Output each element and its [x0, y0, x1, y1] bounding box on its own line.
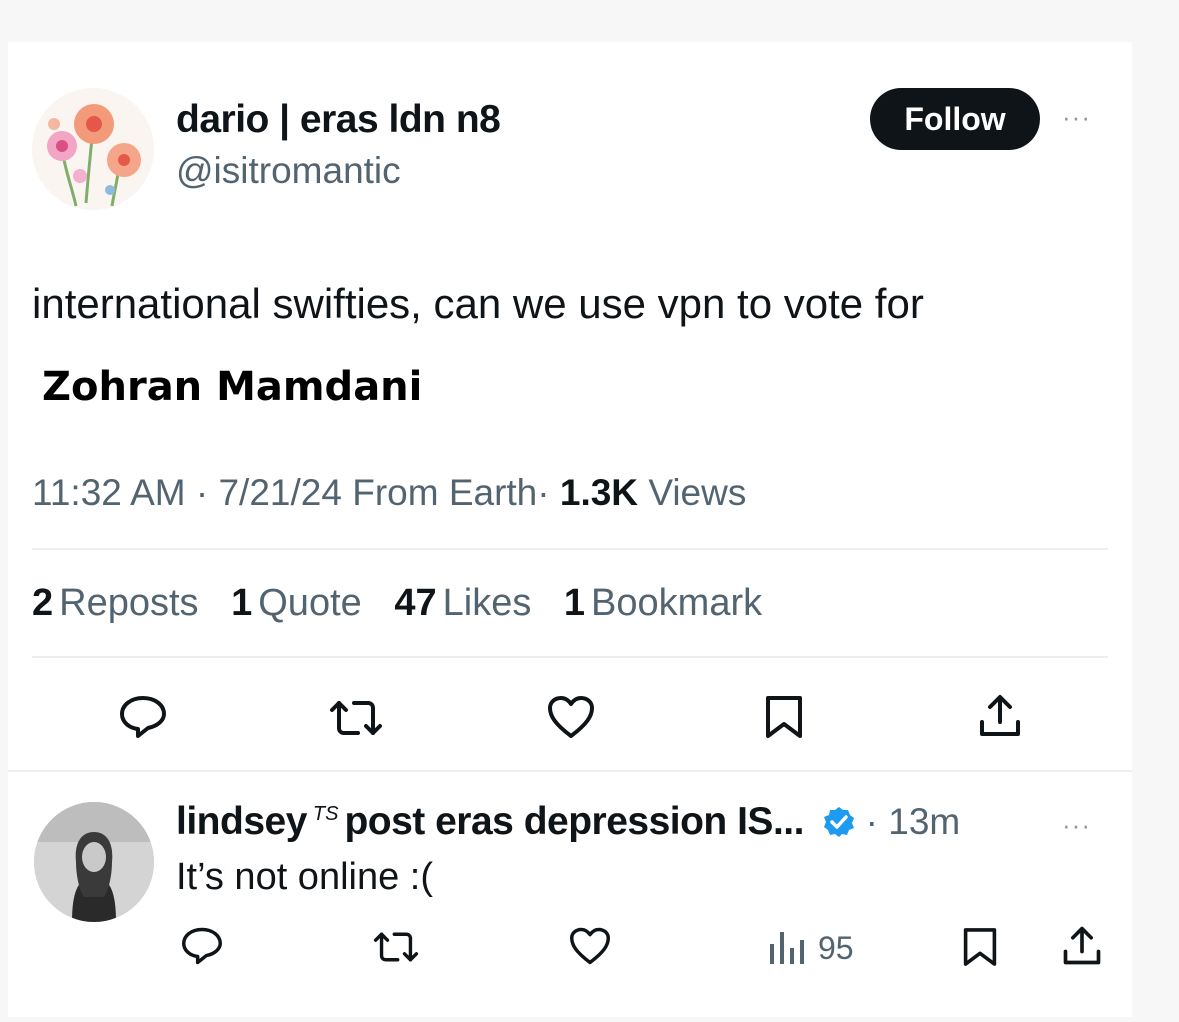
post-source: From Earth [352, 472, 538, 513]
reply-author-name-rest[interactable]: post eras depression IS... [344, 800, 804, 843]
separator: · [537, 472, 550, 513]
verified-badge-icon [823, 804, 855, 848]
reply-bookmark-icon[interactable] [962, 926, 998, 968]
author-handle[interactable]: @isitromantic [176, 150, 401, 192]
post-date[interactable]: 7/21/24 [218, 472, 341, 513]
views-label[interactable]: Views [648, 472, 746, 513]
share-icon[interactable] [976, 692, 1024, 740]
ts-badge: TS [312, 803, 339, 825]
reposts-stat[interactable]: 2 Reposts [32, 582, 199, 624]
reply-repost-icon[interactable] [372, 930, 420, 964]
post-time[interactable]: 11:32 AM [32, 472, 186, 513]
reply-more-options-icon[interactable]: ··· [1062, 810, 1091, 841]
bookmarks-stat[interactable]: 1 Bookmark [564, 582, 762, 624]
engagement-stats: 2 Reposts 1 Quote 47 Likes 1 Bookmark [32, 582, 784, 625]
reply-icon[interactable] [118, 694, 168, 740]
divider [8, 770, 1132, 772]
like-icon[interactable] [546, 694, 596, 740]
quotes-stat[interactable]: 1 Quote [231, 582, 362, 624]
post-meta: 11:32 AM · 7/21/24 From Earth· 1.3K View… [32, 472, 746, 514]
reply-like-icon[interactable] [568, 926, 612, 966]
reply-text: It’s not online :( [176, 856, 434, 898]
repost-icon[interactable] [328, 698, 384, 738]
reply-timestamp[interactable]: · 13m [866, 801, 961, 842]
reply-author-name[interactable]: lindsey [176, 800, 307, 843]
author-display-name[interactable]: dario | eras ldn n8 [176, 98, 501, 142]
views-count[interactable]: 1.3K [560, 472, 638, 513]
reply-header: lindsey TS post eras depression IS... · 13… [176, 800, 960, 848]
follow-button[interactable]: Follow [870, 88, 1040, 150]
profile-photo-image [34, 802, 154, 922]
likes-stat[interactable]: 47 Likes [394, 582, 531, 624]
post-text: international swifties, can we use vpn t… [32, 280, 924, 327]
divider [32, 656, 1108, 658]
views-chart-icon[interactable] [768, 928, 808, 966]
reply-share-icon[interactable] [1060, 924, 1104, 968]
flower-avatar-image [32, 88, 154, 210]
reply-view-count[interactable]: 95 [818, 930, 854, 967]
divider [32, 548, 1108, 550]
author-avatar[interactable] [32, 88, 154, 210]
overlay-caption: Zohran Mamdani [42, 364, 423, 410]
reply-reply-icon[interactable] [180, 926, 224, 966]
reply-author-avatar[interactable] [34, 802, 154, 922]
bookmark-icon[interactable] [764, 694, 804, 740]
separator: · [195, 472, 209, 513]
more-options-icon[interactable]: ··· [1062, 102, 1091, 133]
